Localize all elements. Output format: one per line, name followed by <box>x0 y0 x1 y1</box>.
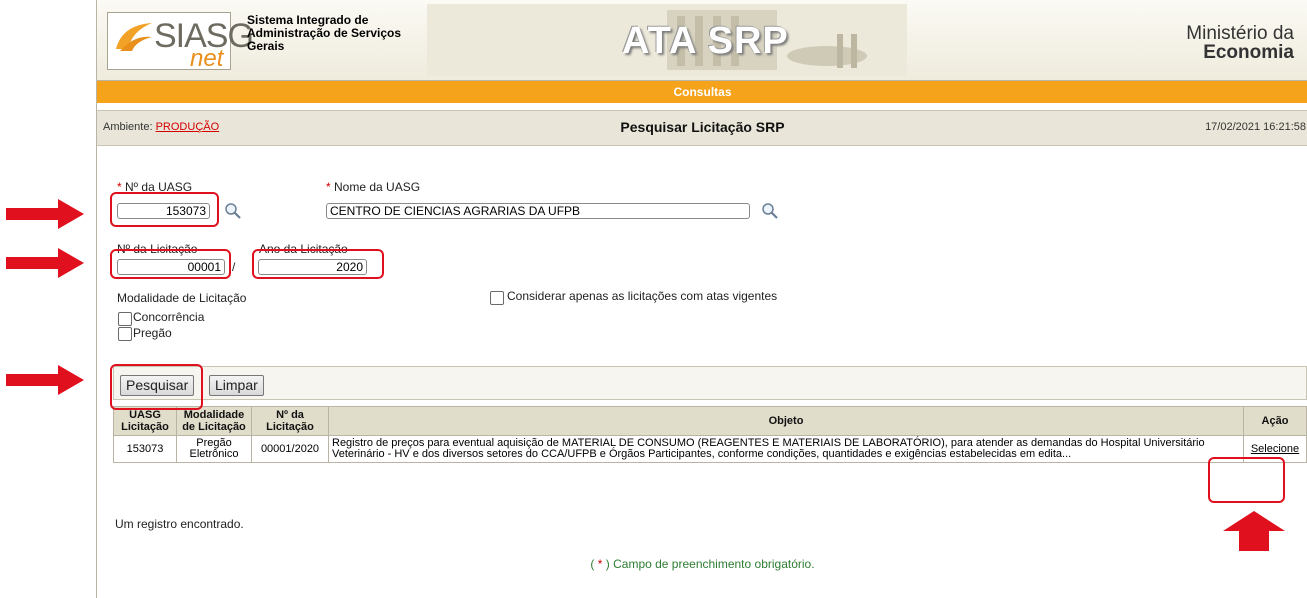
vigentes-checkbox[interactable] <box>490 291 504 305</box>
col-objeto-header: Objeto <box>328 406 1244 436</box>
annotation-box-selecione <box>1208 457 1285 503</box>
annotation-box-uasg <box>110 192 219 227</box>
page-frame: SIASG net Sistema Integrado de Administr… <box>96 0 1307 598</box>
siasg-logo: SIASG net <box>107 12 254 72</box>
col-modalidade-header: Modalidade de Licitação <box>176 406 252 436</box>
annotation-arrow-licitacao <box>6 248 84 278</box>
pregao-label: Pregão <box>133 326 172 340</box>
header: SIASG net Sistema Integrado de Administr… <box>97 0 1307 81</box>
annotation-box-licitacao-year <box>252 249 384 279</box>
cell-modalidade: Pregão Eletrônico <box>176 435 252 463</box>
uasg-name-label-text: Nome da UASG <box>334 180 421 194</box>
cell-uasg: 153073 <box>113 435 177 463</box>
system-name: Sistema Integrado de Administração de Se… <box>247 13 402 53</box>
page-title: Pesquisar Licitação SRP <box>620 119 785 135</box>
required-mark: * <box>326 180 331 194</box>
footnote-text: ) Campo de preenchimento obrigatório. <box>602 557 815 571</box>
required-footnote: ( * ) Campo de preenchimento obrigatório… <box>97 557 1307 571</box>
info-bar: Ambiente: PRODUÇÃO Pesquisar Licitação S… <box>97 110 1307 146</box>
ministry-line1: Ministério da <box>1186 23 1294 44</box>
siasg-swoosh-icon <box>116 23 152 51</box>
search-uasg-name-icon[interactable] <box>761 202 779 220</box>
vigentes-label: Considerar apenas as licitações com atas… <box>507 289 778 303</box>
annotation-arrow-search <box>6 365 84 395</box>
pregao-checkbox[interactable] <box>118 327 132 341</box>
table-row: 153073 Pregão Eletrônico 00001/2020 Regi… <box>113 435 1307 463</box>
cell-objeto: Registro de preços para eventual aquisiç… <box>328 435 1244 463</box>
ministry-line2: Economia <box>1186 43 1294 62</box>
concorrencia-checkbox[interactable] <box>118 312 132 326</box>
annotation-box-search <box>110 364 203 410</box>
results-count: Um registro encontrado. <box>115 517 244 531</box>
annotation-arrow-selecione <box>1223 511 1285 551</box>
ministry-line2-text: Economia <box>1203 42 1294 63</box>
results-table: UASG Licitação Modalidade de Licitação N… <box>113 406 1307 463</box>
footnote-prefix: ( <box>590 557 598 571</box>
annotation-box-licitacao-number <box>110 249 231 279</box>
modalidade-label: Modalidade de Licitação <box>117 291 247 305</box>
col-acao-header: Ação <box>1243 406 1307 436</box>
results-header-row: UASG Licitação Modalidade de Licitação N… <box>113 406 1307 436</box>
ministry-name: Ministério da Economia <box>1186 24 1294 62</box>
col-numero-header: Nº da Licitação <box>251 406 329 436</box>
col-uasg-header: UASG Licitação <box>113 406 177 436</box>
annotation-arrow-uasg <box>6 199 84 229</box>
cell-numero: 00001/2020 <box>251 435 329 463</box>
banner-title: ATA SRP <box>622 20 789 62</box>
search-uasg-number-icon[interactable] <box>224 202 242 220</box>
logo-subtext: net <box>190 45 224 72</box>
button-bar: Pesquisar Limpar <box>113 366 1307 400</box>
uasg-name-label: * Nome da UASG <box>326 180 420 194</box>
datetime: 17/02/2021 16:21:58 <box>1205 121 1306 133</box>
menu-consultas[interactable]: Consultas <box>97 81 1307 103</box>
clear-button[interactable]: Limpar <box>209 375 264 396</box>
select-link[interactable]: Selecione <box>1251 443 1299 455</box>
concorrencia-label: Concorrência <box>133 310 205 324</box>
number-year-separator: / <box>232 260 236 274</box>
uasg-name-input[interactable] <box>326 203 750 219</box>
